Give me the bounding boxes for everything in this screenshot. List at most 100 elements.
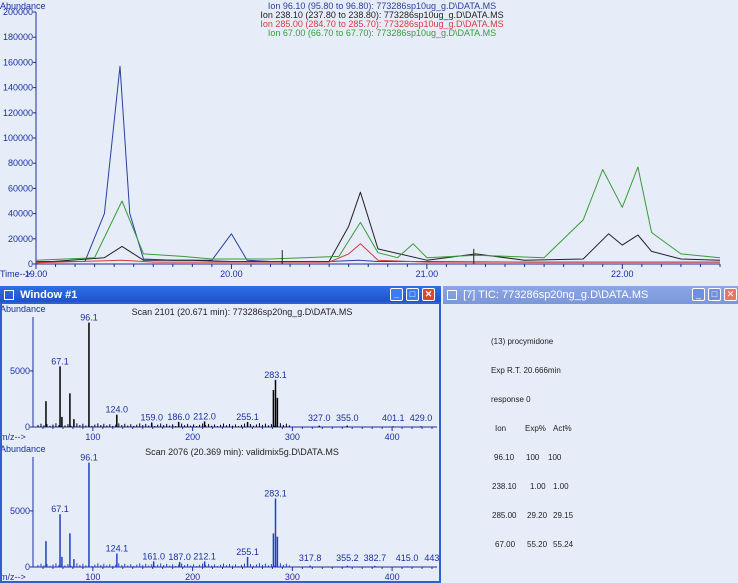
spectrum-ylabel: Abundance: [2, 304, 46, 314]
y-tick-label: 5000: [10, 366, 30, 376]
y-tick-label: 20000: [8, 234, 33, 244]
compound-name: (13) procymidone: [491, 337, 554, 346]
table-cell: 29.15: [553, 511, 574, 520]
peak-label: 255.1: [236, 412, 259, 422]
x-tick-label: 21.00: [416, 269, 439, 279]
table-cell: 1.00: [553, 482, 569, 491]
peak-label: 186.0: [167, 412, 190, 422]
table-cell: 100: [526, 453, 540, 462]
peak-label: 382.7: [364, 553, 387, 563]
maximize-icon: □: [711, 289, 718, 299]
y-tick-label: 60000: [8, 183, 33, 193]
peak-label: 255.1: [236, 547, 259, 557]
table-cell: 100: [548, 453, 562, 462]
spectrum-ylabel: Abundance: [2, 444, 46, 454]
series-line: [36, 65, 720, 263]
maximize-icon: □: [409, 289, 416, 299]
y-tick-label: 0: [25, 562, 30, 572]
col-header-exp: Exp%: [525, 424, 546, 433]
legend-entry: Ion 67.00 (66.70 to 67.70): 773286sp10ug…: [268, 28, 496, 38]
y-tick-label: 5000: [10, 506, 30, 516]
close-icon: ✕: [726, 289, 735, 299]
x-tick-label: 400: [385, 572, 400, 582]
col-header-act: Act%: [553, 424, 572, 433]
expected-rt: Exp R.T. 20.666min: [491, 366, 561, 375]
table-cell: 285.00: [492, 511, 517, 520]
window-icon: [4, 290, 14, 301]
minimize-button-2[interactable]: _: [692, 288, 705, 301]
y-tick-label: 160000: [3, 57, 33, 67]
x-tick-label: 20.00: [220, 269, 243, 279]
peak-label: 161.0: [142, 551, 165, 561]
minimize-button[interactable]: _: [390, 288, 403, 301]
peak-label: 124.0: [106, 405, 129, 415]
close-button[interactable]: ✕: [422, 288, 435, 301]
peak-label: 283.1: [264, 489, 287, 499]
window7-title: [7] TIC: 773286sp20ng_g.D\DATA.MS: [463, 289, 649, 301]
close-button-2[interactable]: ✕: [724, 288, 737, 301]
ion-chromatogram: Abundance Ion 96.10 (95.80 to 96.80): 77…: [0, 1, 721, 279]
maximize-button-2[interactable]: □: [708, 288, 721, 301]
table-cell: 29.20: [527, 511, 548, 520]
peak-label: 327.0: [308, 413, 331, 423]
x-axis-prefix: m/z-->: [2, 572, 26, 582]
x-tick-label: 300: [285, 572, 300, 582]
peak-label: 317.8: [299, 553, 322, 563]
table-cell: 96.10: [494, 453, 515, 462]
peak-label: 124.1: [106, 544, 129, 554]
close-icon: ✕: [424, 289, 433, 299]
table-cell: 55.24: [553, 540, 574, 549]
series-line: [35, 166, 721, 261]
mass-spectrum-sample: Abundance Scan 2101 (20.671 min): 773286s…: [2, 304, 437, 442]
peak-label: 429.0: [410, 413, 433, 423]
peak-label: 443.6: [424, 553, 439, 563]
x-tick-label: 200: [185, 432, 200, 442]
tic-x-axis: 19.00 20.00 21.00 22.00: [25, 263, 721, 279]
spectrum-header: Scan 2101 (20.671 min): 773286sp20ng_g.D…: [132, 307, 353, 317]
tic-plot-area: [35, 65, 721, 264]
y-tick-label: 40000: [8, 209, 33, 219]
y-tick-label: 200000: [3, 7, 33, 17]
x-tick-label: 200: [185, 572, 200, 582]
y-tick-label: 180000: [3, 32, 33, 42]
mass-spectrum-reference: Abundance Scan 2076 (20.369 min): validmi…: [2, 444, 439, 582]
peak-label: 415.0: [396, 553, 419, 563]
table-cell: 67.00: [495, 540, 516, 549]
table-cell: 55.20: [527, 540, 548, 549]
peak-label: 212.0: [193, 411, 216, 421]
peak-label: 67.1: [51, 504, 69, 514]
x-tick-label: 400: [385, 432, 400, 442]
tic-y-axis: 2000001800001600001400001200001000008000…: [3, 7, 37, 269]
tic-window-icon: [447, 290, 457, 301]
peak-label: 67.1: [51, 356, 69, 366]
tic-xaxis-prefix: Time-->: [0, 269, 31, 279]
peak-label: 283.1: [264, 370, 287, 380]
window7-titlebar[interactable]: [7] TIC: 773286sp20ng_g.D\DATA.MS _ □ ✕: [443, 286, 738, 304]
tic-legend: Ion 96.10 (95.80 to 96.80): 773286sp10ug…: [260, 1, 503, 38]
minimize-icon: _: [695, 289, 701, 299]
response-value: response 0: [491, 395, 531, 404]
peak-label: 401.1: [382, 413, 405, 423]
peak-label: 212.1: [193, 551, 216, 561]
y-tick-label: 80000: [8, 158, 33, 168]
peak-label: 187.0: [168, 552, 191, 562]
window1-title: Window #1: [20, 289, 78, 301]
x-tick-label: 100: [85, 572, 100, 582]
x-tick-label: 22.00: [611, 269, 634, 279]
y-tick-label: 0: [25, 422, 30, 432]
maximize-button[interactable]: □: [406, 288, 419, 301]
x-axis-prefix: m/z-->: [2, 432, 26, 442]
table-cell: 1.00: [530, 482, 546, 491]
peak-label: 96.1: [80, 313, 98, 323]
y-tick-label: 100000: [3, 133, 33, 143]
table-cell: 238.10: [492, 482, 517, 491]
peak-label: 355.2: [336, 553, 359, 563]
spectrum-header: Scan 2076 (20.369 min): validmix5g.D\DAT…: [145, 447, 339, 457]
peak-label: 96.1: [80, 453, 98, 463]
x-tick-label: 100: [85, 432, 100, 442]
peak-label: 355.0: [336, 413, 359, 423]
series-line: [35, 243, 720, 264]
y-tick-label: 120000: [3, 108, 33, 118]
col-header-ion: Ion: [495, 424, 507, 433]
minimize-icon: _: [393, 289, 399, 299]
